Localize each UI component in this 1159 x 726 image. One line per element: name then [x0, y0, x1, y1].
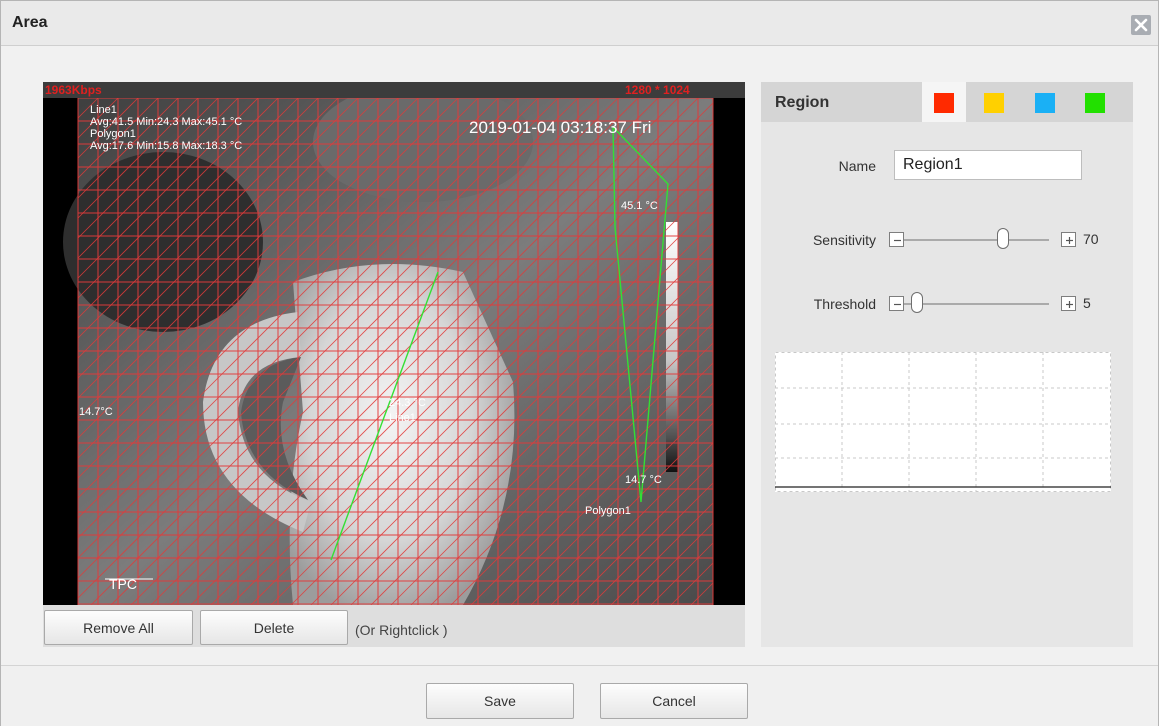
plus-icon [1066, 237, 1073, 244]
minus-icon [894, 239, 901, 242]
minus-icon [894, 303, 901, 306]
delete-button[interactable]: Delete [200, 610, 348, 645]
color-swatch-yellow [984, 93, 1004, 113]
cancel-button[interactable]: Cancel [600, 683, 748, 719]
motion-graph [775, 352, 1111, 492]
threshold-increase-button[interactable] [1061, 296, 1076, 311]
region-color-tab-yellow[interactable] [972, 82, 1016, 122]
osd-info-line3: Polygon1 [90, 128, 136, 140]
sensitivity-value: 70 [1083, 231, 1099, 247]
resolution-label: 1280 * 1024 [625, 83, 690, 97]
threshold-track[interactable] [904, 303, 1049, 305]
osd-polygon-name: Polygon1 [585, 505, 631, 517]
sensitivity-track[interactable] [904, 239, 1049, 241]
area-dialog: Area 1963Kbps 1280 * 1024 Line1 Avg:41.5… [0, 0, 1159, 726]
dialog-titlebar: Area [1, 1, 1158, 46]
region-name-input[interactable] [894, 150, 1082, 180]
region-color-tab-green[interactable] [1073, 82, 1117, 122]
color-swatch-red [934, 93, 954, 113]
region-color-tab-red[interactable] [922, 82, 966, 122]
osd-temp-min: 14.7 °C [625, 474, 662, 486]
bitrate-label: 1963Kbps [45, 83, 102, 97]
osd-line-name: Line1 [389, 412, 416, 424]
save-button[interactable]: Save [426, 683, 574, 719]
sensitivity-increase-button[interactable] [1061, 232, 1076, 247]
dialog-footer: Save Cancel [1, 665, 1158, 726]
video-area: 1963Kbps 1280 * 1024 Line1 Avg:41.5 Min:… [43, 82, 745, 647]
threshold-label: Threshold [813, 296, 876, 312]
threshold-value: 5 [1083, 295, 1091, 311]
osd-channel-name: TPC [109, 576, 137, 592]
thermal-image [43, 82, 745, 605]
region-panel: Region Name Sensitivity 70 Threshold 5 [761, 82, 1133, 647]
rightclick-hint: (Or Rightclick ) [355, 622, 448, 638]
close-icon[interactable] [1131, 15, 1151, 35]
region-title: Region [775, 94, 830, 111]
plus-icon [1066, 301, 1073, 308]
osd-info-line4: Avg:17.6 Min:15.8 Max:18.3 °C [90, 140, 243, 152]
color-swatch-blue [1035, 93, 1055, 113]
thermal-video[interactable]: 1963Kbps 1280 * 1024 Line1 Avg:41.5 Min:… [43, 82, 745, 605]
sensitivity-label: Sensitivity [812, 232, 876, 248]
osd-temp-max: 45.1 °C [621, 200, 658, 212]
sensitivity-slider-handle[interactable] [997, 228, 1010, 249]
region-color-tab-blue[interactable] [1023, 82, 1067, 122]
color-swatch-green [1085, 93, 1105, 113]
dialog-title: Area [12, 14, 48, 31]
remove-all-button[interactable]: Remove All [44, 610, 193, 645]
osd-info-line2: Avg:41.5 Min:24.3 Max:45.1 °C [90, 116, 243, 128]
threshold-decrease-button[interactable] [889, 296, 904, 311]
osd-temp-left: 14.7°C [79, 406, 113, 418]
osd-info-line1: Line1 [90, 104, 117, 116]
sensitivity-decrease-button[interactable] [889, 232, 904, 247]
threshold-slider-handle[interactable] [910, 292, 923, 313]
osd-line-value: 24.3 °C [389, 397, 426, 409]
region-header: Region [761, 82, 1133, 122]
name-label: Name [838, 158, 876, 174]
osd-timestamp: 2019-01-04 03:18:37 Fri [469, 118, 652, 137]
